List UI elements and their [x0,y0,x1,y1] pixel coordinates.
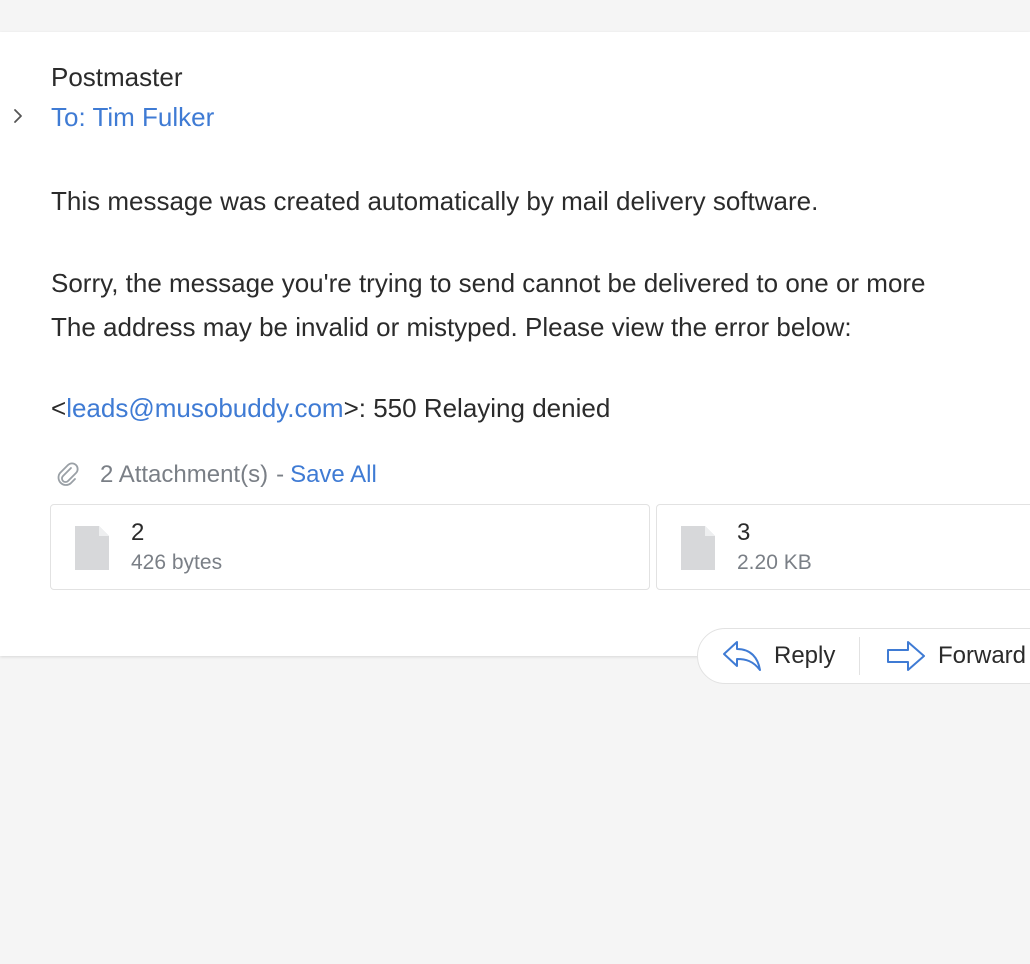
attachment-separator: - [276,461,285,488]
body-line-3: The address may be invalid or mistyped. … [51,312,852,342]
attachment-size: 2.20 KB [737,551,812,574]
reply-button[interactable]: Reply [722,629,835,683]
body-line-2: Sorry, the message you're trying to send… [51,268,926,298]
attachment-size: 426 bytes [131,551,223,574]
error-prefix: < [51,393,67,423]
save-all-link[interactable]: Save All [290,461,377,489]
attachment-count: 2 Attachment(s) [100,461,269,488]
reply-icon [723,641,761,671]
file-icon [681,526,715,570]
sender-name: Postmaster [51,62,183,92]
forward-label: Forward [938,642,1027,669]
error-suffix: >: 550 Relaying denied [343,393,611,423]
reply-label: Reply [774,642,836,669]
message-actions: Reply Forward [697,628,1030,684]
attachment-name: 3 [737,519,751,546]
attachments-header: 2 Attachment(s) - Save All [54,460,377,490]
message-card: Postmaster To: Tim Fulker This message w… [0,32,1030,656]
attachment-name: 2 [131,519,145,546]
chevron-right-icon[interactable] [10,106,26,126]
forward-button[interactable]: Forward [886,629,1026,683]
error-line: <leads@musobuddy.com>: 550 Relaying deni… [51,393,610,424]
file-icon [75,526,109,570]
paperclip-icon [57,462,79,486]
attachment-item[interactable]: 2 426 bytes [50,504,650,590]
body-line-1: This message was created automatically b… [51,186,819,216]
attachment-item[interactable]: 3 2.20 KB [656,504,1030,590]
action-divider [859,637,860,675]
forward-icon [887,641,925,671]
recipient-line[interactable]: To: Tim Fulker [51,102,214,133]
error-email-link[interactable]: leads@musobuddy.com [66,393,343,423]
